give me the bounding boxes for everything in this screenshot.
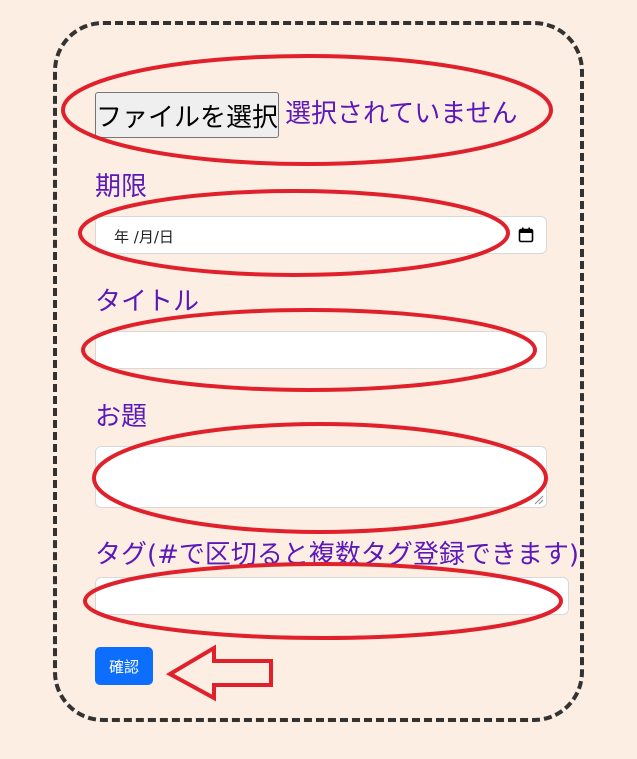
- confirm-button[interactable]: 確認: [95, 647, 153, 685]
- tags-label: タグ(#で区切ると複数タグ登録できます): [95, 540, 580, 570]
- calendar-icon[interactable]: [518, 227, 534, 243]
- date-placeholder: 年 /月/日: [114, 228, 174, 246]
- file-status-text: 選択されていません: [285, 99, 518, 129]
- tags-input[interactable]: [95, 577, 569, 615]
- resize-grip-icon[interactable]: [534, 495, 544, 505]
- file-select-button[interactable]: ファイルを選択: [95, 92, 279, 138]
- title-input[interactable]: [95, 331, 547, 369]
- deadline-label: 期限: [95, 172, 148, 202]
- topic-label: お題: [95, 402, 148, 432]
- deadline-date-input[interactable]: 年 /月/日: [95, 216, 547, 254]
- title-label: タイトル: [95, 287, 200, 317]
- topic-textarea[interactable]: [95, 446, 547, 508]
